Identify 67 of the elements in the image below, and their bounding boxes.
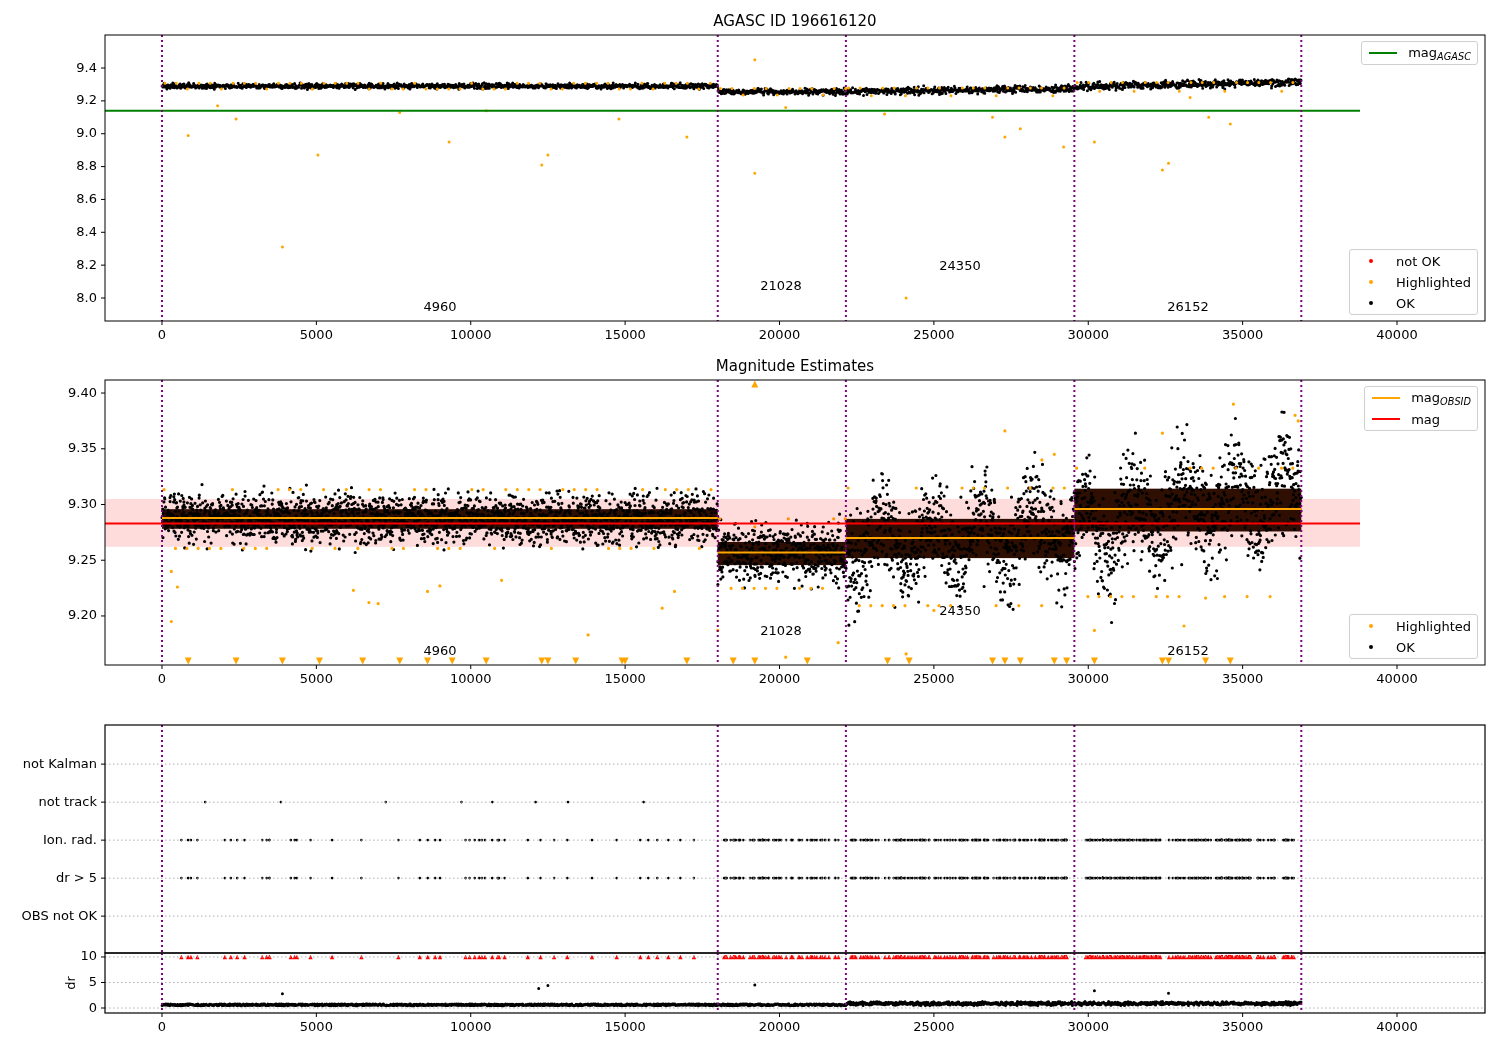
legend-label: mag$_{OBSID}$ [1411, 389, 1471, 407]
tick-label: 15000 [604, 1019, 646, 1034]
tick-label: 0 [88, 999, 97, 1015]
chart-title: Magnitude Estimates [715, 357, 875, 375]
data-label: 26152 [1167, 298, 1209, 314]
axis-label: dr [62, 976, 78, 990]
tick-label: 5000 [299, 1019, 333, 1034]
tick-label: 9.30 [68, 496, 97, 511]
tick-label: 9.2 [76, 92, 97, 108]
tick-label: 10000 [450, 671, 492, 686]
tick-label: dr > 5 [55, 869, 97, 885]
tick-label: 40000 [1376, 327, 1418, 342]
tick-label: 35000 [1221, 671, 1264, 686]
tick-label: 0 [157, 327, 167, 342]
data-label: 24350 [939, 603, 981, 619]
tick-label: 5000 [299, 671, 333, 686]
tick-label: 40000 [1376, 1019, 1418, 1034]
data-label: 24350 [939, 258, 981, 274]
tick-label: not Kalman [22, 755, 97, 771]
legend-label: Highlighted [1396, 274, 1471, 290]
tick-label: 5000 [299, 327, 333, 342]
tick-label: OBS not OK [21, 907, 97, 923]
tick-label: 9.0 [76, 125, 97, 141]
tick-label: 20000 [758, 1019, 801, 1034]
tick-label: 5 [88, 974, 97, 989]
tick-label: 9.20 [68, 607, 97, 623]
tick-label: 0 [157, 671, 167, 686]
legend-label: OK [1396, 639, 1415, 655]
tick-label: 15000 [604, 671, 646, 686]
legend-label: Highlighted [1396, 618, 1471, 634]
tick-label: 10000 [450, 327, 492, 342]
tick-label: 8.0 [76, 289, 97, 305]
tick-label: 40000 [1376, 671, 1418, 686]
tick-label: 9.4 [76, 59, 97, 75]
tick-label: 9.35 [68, 440, 97, 456]
legend-label: not OK [1396, 253, 1441, 269]
tick-label: 8.2 [76, 256, 97, 272]
data-label: 4960 [423, 298, 457, 314]
data-label: 21028 [760, 278, 802, 294]
tick-label: 20000 [758, 671, 801, 686]
tick-label: 30000 [1067, 327, 1109, 342]
tick-label: 0 [157, 1019, 167, 1034]
data-label: 21028 [760, 623, 802, 639]
tick-label: 35000 [1221, 1019, 1264, 1034]
data-label: 26152 [1167, 643, 1209, 659]
tick-label: Ion. rad. [43, 831, 97, 847]
tick-label: not track [38, 793, 97, 809]
tick-label: 25000 [913, 671, 955, 686]
tick-label: 25000 [913, 327, 955, 342]
tick-label: 30000 [1067, 1019, 1109, 1034]
tick-label: 10000 [450, 1019, 492, 1034]
tick-label: 20000 [758, 327, 801, 342]
tick-label: 30000 [1067, 671, 1109, 686]
tick-label: 8.6 [76, 190, 97, 206]
tick-label: 35000 [1221, 327, 1264, 342]
data-label: 4960 [423, 643, 457, 659]
legend-label: mag$_{AGASC}$ [1408, 44, 1471, 62]
tick-label: 8.8 [76, 158, 97, 174]
tick-label: 25000 [913, 1019, 955, 1034]
tick-label: 15000 [604, 327, 646, 342]
legend-label: OK [1396, 295, 1415, 311]
legend-label: mag [1411, 411, 1441, 427]
tick-label: 9.25 [68, 551, 97, 567]
tick-label: 9.40 [68, 384, 97, 400]
chart-title: AGASC ID 196616120 [713, 12, 877, 30]
tick-label: 8.4 [76, 223, 97, 239]
tick-label: 10 [80, 948, 97, 964]
